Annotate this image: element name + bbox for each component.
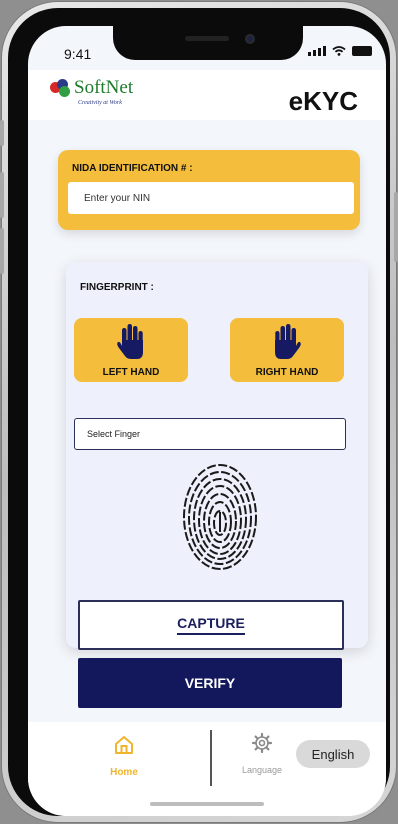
nida-card: NIDA IDENTIFICATION # : bbox=[58, 150, 360, 230]
hand-icon bbox=[117, 324, 143, 359]
select-finger-dropdown[interactable]: Select Finger bbox=[74, 418, 346, 450]
mute-switch bbox=[0, 120, 4, 146]
right-hand-button[interactable]: RIGHT HAND bbox=[230, 318, 344, 382]
screen: 9:41 SoftNet Creativity at Work eKYC NID… bbox=[28, 26, 386, 816]
capture-button[interactable]: CAPTURE bbox=[78, 600, 344, 650]
wifi-icon bbox=[332, 46, 346, 56]
home-icon bbox=[115, 736, 133, 754]
softnet-logo: SoftNet bbox=[50, 78, 133, 97]
volume-up-button bbox=[0, 172, 4, 218]
logo-mark-icon bbox=[50, 78, 72, 97]
hand-icon bbox=[275, 324, 301, 359]
nav-language[interactable]: Language bbox=[234, 732, 290, 782]
front-camera bbox=[245, 34, 255, 44]
nav-divider bbox=[210, 730, 212, 786]
nav-home[interactable]: Home bbox=[102, 734, 146, 784]
nin-input[interactable] bbox=[68, 182, 354, 214]
status-icons bbox=[308, 46, 372, 56]
logo-text: SoftNet bbox=[74, 77, 134, 98]
logo-tagline: Creativity at Work bbox=[78, 100, 122, 106]
power-button bbox=[394, 192, 398, 262]
nav-home-label: Home bbox=[110, 767, 138, 778]
language-selector[interactable]: English bbox=[296, 740, 370, 768]
signal-icon bbox=[308, 46, 326, 56]
fingerprint-card: FINGERPRINT : LEFT HAND RIGHT HAND Selec… bbox=[66, 262, 368, 650]
app-header: SoftNet Creativity at Work eKYC bbox=[28, 70, 386, 120]
speaker bbox=[185, 36, 229, 41]
status-time: 9:41 bbox=[64, 46, 92, 62]
battery-icon bbox=[352, 46, 372, 56]
nav-language-label: Language bbox=[241, 765, 283, 775]
page-title: eKYC bbox=[288, 86, 358, 116]
nida-label: NIDA IDENTIFICATION # : bbox=[72, 163, 193, 174]
right-hand-label: RIGHT HAND bbox=[255, 367, 319, 378]
verify-button[interactable]: VERIFY bbox=[78, 658, 342, 708]
fingerprint-icon bbox=[183, 464, 257, 570]
volume-down-button bbox=[0, 228, 4, 274]
left-hand-label: LEFT HAND bbox=[102, 367, 160, 378]
gear-icon bbox=[251, 732, 273, 754]
left-hand-button[interactable]: LEFT HAND bbox=[74, 318, 188, 382]
phone-frame: 9:41 SoftNet Creativity at Work eKYC NID… bbox=[0, 2, 398, 822]
notch bbox=[113, 26, 303, 60]
phone-bezel: 9:41 SoftNet Creativity at Work eKYC NID… bbox=[8, 8, 390, 816]
capture-label: CAPTURE bbox=[177, 615, 245, 635]
home-indicator bbox=[150, 802, 264, 806]
fingerprint-label: FINGERPRINT : bbox=[80, 282, 154, 293]
